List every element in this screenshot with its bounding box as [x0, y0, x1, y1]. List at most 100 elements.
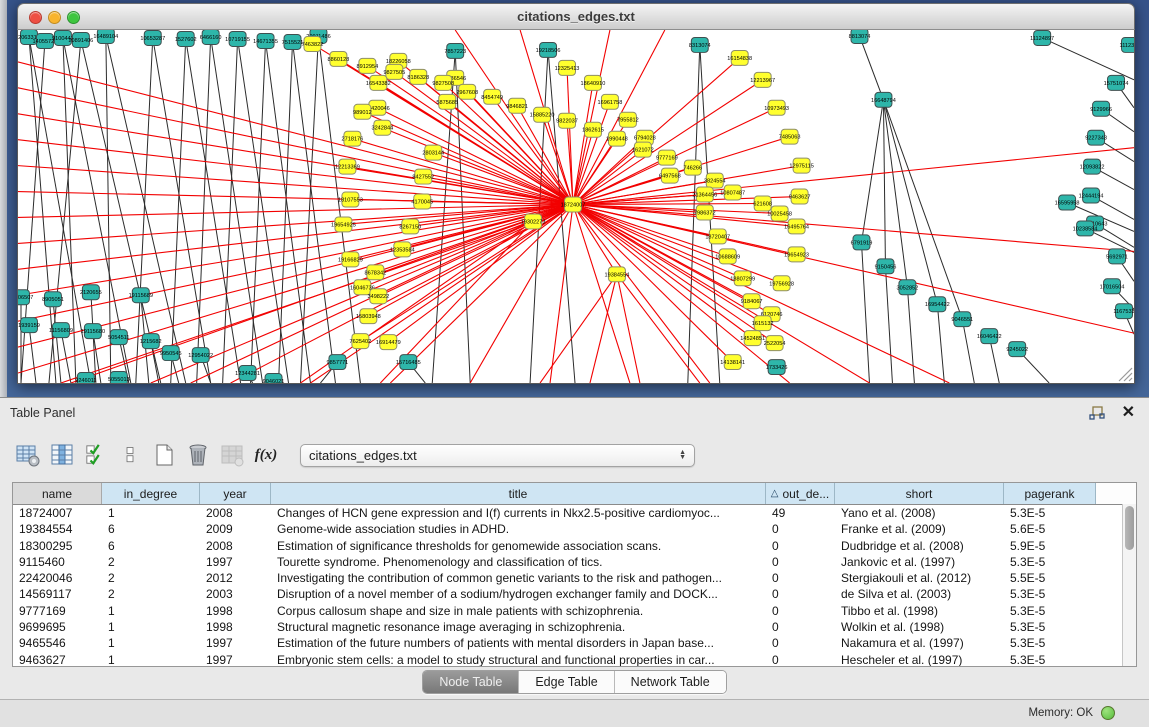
network-node[interactable]: 16648794 — [871, 92, 896, 107]
resize-grip[interactable] — [1119, 368, 1132, 381]
network-node[interactable]: 10688609 — [715, 249, 740, 264]
network-node[interactable]: 9245022 — [1006, 342, 1028, 357]
network-node[interactable]: 18107553 — [338, 192, 363, 207]
tab-node-table[interactable]: Node Table — [423, 671, 519, 693]
network-node[interactable]: 9777169 — [656, 150, 678, 165]
table-row[interactable]: 977716911998Corpus callosum shape and si… — [13, 603, 1136, 619]
network-node[interactable]: 9822037 — [556, 113, 578, 128]
network-node[interactable]: 19115680 — [81, 324, 105, 339]
network-node[interactable]: 989012 — [353, 104, 372, 119]
network-node[interactable]: 9846821 — [506, 98, 528, 113]
network-node[interactable]: 12444194 — [1079, 188, 1104, 203]
network-node[interactable]: 12344281 — [235, 366, 260, 381]
network-node[interactable]: 1862615 — [582, 122, 604, 137]
network-node[interactable]: 12213369 — [335, 159, 360, 174]
citation-network-graph[interactable]: 2063314140557249100441208914061648910410… — [18, 30, 1134, 383]
network-node[interactable]: 12954022 — [188, 348, 213, 363]
network-node[interactable]: 10653287 — [140, 30, 165, 45]
table-row[interactable]: 1456911722003Disruption of a novel membe… — [13, 586, 1136, 602]
column-header-name[interactable]: name — [13, 483, 102, 504]
network-node[interactable]: 621608 — [753, 196, 772, 211]
network-node[interactable]: 16961758 — [598, 94, 623, 109]
import-table-icon[interactable] — [218, 441, 246, 469]
network-node[interactable]: 7986372 — [694, 205, 716, 220]
network-node[interactable]: 14138141 — [720, 355, 745, 370]
network-node[interactable]: 16543382 — [366, 75, 391, 90]
tab-network-table[interactable]: Network Table — [615, 671, 726, 693]
scrollbar-thumb[interactable] — [1125, 506, 1134, 550]
network-node[interactable]: 8860128 — [328, 51, 350, 66]
network-node[interactable]: 11156809 — [49, 323, 73, 338]
network-node[interactable]: 9046021 — [263, 374, 285, 383]
network-node[interactable]: 12975115 — [789, 158, 813, 173]
column-header-out_de[interactable]: △out_de... — [766, 483, 835, 504]
network-node[interactable]: 15716485 — [396, 355, 421, 370]
network-node[interactable]: 17016504 — [1100, 279, 1125, 294]
float-panel-icon[interactable] — [1089, 406, 1105, 421]
table-row[interactable]: 969969511998Structural magnetic resonanc… — [13, 619, 1136, 635]
network-canvas[interactable]: 2063314140557249100441208914061648910410… — [17, 30, 1135, 384]
network-node[interactable]: 9227343 — [1085, 130, 1107, 145]
network-node[interactable]: 9950545 — [160, 346, 182, 361]
network-node[interactable]: 8313074 — [689, 37, 711, 52]
network-node[interactable]: 16489104 — [93, 30, 118, 43]
network-node[interactable]: 7955812 — [617, 112, 639, 127]
network-node[interactable]: 8186328 — [407, 69, 429, 84]
network-node[interactable]: 9827508 — [432, 75, 454, 90]
table-row[interactable]: 911546021997Tourette syndrome. Phenomeno… — [13, 554, 1136, 570]
network-node[interactable]: 16495764 — [784, 219, 809, 234]
network-node[interactable]: 14524851 — [740, 331, 765, 346]
unselect-rows-icon[interactable] — [116, 441, 144, 469]
network-node[interactable]: 9246011 — [75, 373, 96, 383]
network-node[interactable]: 2522054 — [764, 336, 786, 351]
network-node[interactable]: 2967608 — [456, 84, 478, 99]
network-node[interactable]: 4170045 — [411, 194, 433, 209]
network-node[interactable]: 9129966 — [1090, 101, 1112, 116]
network-node[interactable]: 1939159 — [18, 318, 40, 333]
network-node[interactable]: 20891406 — [68, 32, 93, 47]
table-row[interactable]: 946554611997Estimation of the future num… — [13, 635, 1136, 651]
show-column-icon[interactable] — [48, 441, 76, 469]
network-node[interactable]: 16954422 — [925, 297, 950, 312]
function-builder-icon[interactable]: f(x) — [252, 441, 280, 469]
network-node[interactable]: 8905051 — [42, 292, 64, 307]
network-node[interactable]: 11124897 — [1030, 30, 1054, 45]
network-node[interactable]: 10973493 — [764, 100, 789, 115]
network-node[interactable]: 19218506 — [536, 42, 561, 57]
network-node[interactable]: 18640910 — [581, 75, 606, 90]
network-node[interactable]: 2803144 — [422, 145, 444, 160]
network-node[interactable]: 746266 — [683, 160, 702, 175]
network-node[interactable]: 19654925 — [331, 217, 356, 232]
network-node[interactable]: 19302273 — [521, 214, 546, 229]
close-panel-icon[interactable]: ✕ — [1122, 402, 1135, 422]
network-node[interactable]: 12353584 — [390, 242, 415, 257]
network-node[interactable]: 7857223 — [444, 43, 466, 58]
network-node[interactable]: 8813074 — [849, 30, 871, 43]
network-node[interactable]: 1621072 — [632, 142, 654, 157]
create-table-icon[interactable] — [150, 441, 178, 469]
network-node[interactable]: 8267150 — [399, 219, 421, 234]
network-node[interactable]: 10719155 — [225, 31, 250, 46]
network-node[interactable]: 5054511 — [108, 330, 129, 345]
network-node[interactable]: 7463822 — [302, 36, 324, 51]
network-node[interactable]: 9184067 — [741, 294, 763, 309]
network-node[interactable]: 10807487 — [720, 185, 745, 200]
network-node[interactable]: 19384554 — [605, 267, 630, 282]
network-node[interactable]: 9857771 — [327, 355, 349, 370]
network-node[interactable]: 15751074 — [1104, 75, 1129, 90]
network-node[interactable]: 8427552 — [412, 169, 434, 184]
network-node[interactable]: 1527602 — [175, 31, 197, 46]
network-node[interactable]: 16154838 — [727, 50, 752, 65]
network-node[interactable]: 14671355 — [253, 33, 278, 48]
table-row[interactable]: 1830029562008Estimation of significance … — [13, 538, 1136, 554]
network-node[interactable]: 5055013 — [108, 372, 130, 383]
network-node[interactable]: 1990448 — [606, 131, 628, 146]
network-node[interactable]: 1215682 — [140, 334, 162, 349]
delete-table-icon[interactable] — [184, 441, 212, 469]
table-row[interactable]: 2242004622012Investigating the contribut… — [13, 570, 1136, 586]
network-node[interactable]: 1167533 — [1113, 304, 1134, 319]
network-node[interactable]: 12093822 — [1080, 159, 1105, 174]
table-mode-icon[interactable] — [14, 441, 42, 469]
network-node[interactable]: 12213967 — [750, 72, 775, 87]
table-dropdown[interactable]: citations_edges.txt ▲▼ — [300, 444, 695, 467]
